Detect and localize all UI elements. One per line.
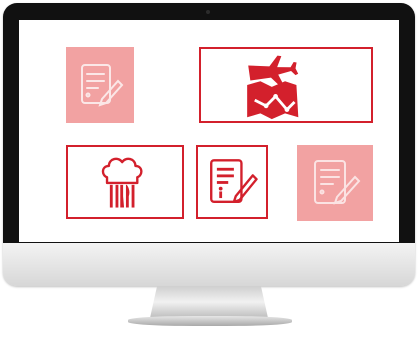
monitor-chin <box>3 243 415 286</box>
document-info-edit-icon <box>210 159 258 204</box>
document-edit-tile-2[interactable] <box>297 145 373 221</box>
info-form-tile[interactable] <box>196 145 268 219</box>
screen <box>19 20 399 242</box>
monitor-stand-base <box>128 316 292 326</box>
monitor-bezel <box>3 3 415 243</box>
document-edit-icon <box>81 64 124 107</box>
travel-tile[interactable] <box>199 47 373 123</box>
camera-dot <box>206 10 210 14</box>
document-edit-icon <box>314 160 361 205</box>
monitor <box>3 3 415 286</box>
document-edit-tile[interactable] <box>66 47 134 123</box>
chef-hat-cutlery-icon <box>101 157 143 208</box>
airplane-map-chart-icon <box>247 55 299 120</box>
restaurant-tile[interactable] <box>66 145 184 219</box>
monitor-stand-neck <box>150 286 268 318</box>
